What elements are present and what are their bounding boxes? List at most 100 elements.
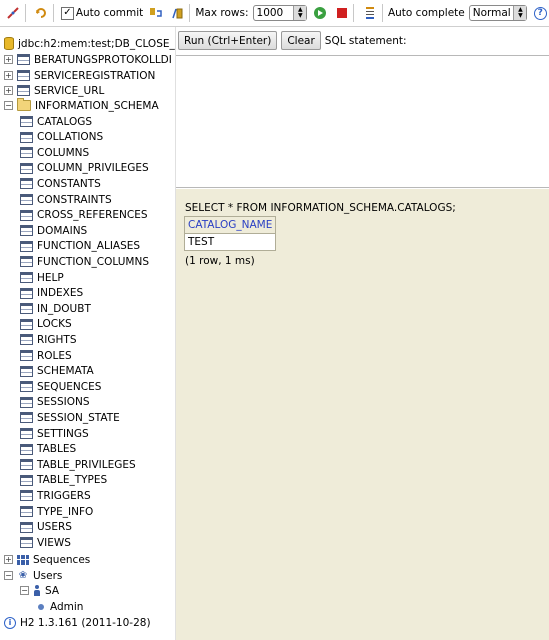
- table-icon: [20, 116, 33, 127]
- tree-schema-table-item[interactable]: COLUMNS: [20, 145, 89, 160]
- rollback-icon[interactable]: [147, 4, 165, 22]
- tree-schema-table-item[interactable]: HELP: [20, 270, 64, 285]
- tree-schema-table-item[interactable]: ROLES: [20, 348, 72, 363]
- table-icon: [20, 162, 33, 174]
- tree-schema-table-item[interactable]: SESSION_STATE: [20, 410, 120, 425]
- tree-table-item[interactable]: + SERVICE_URL: [4, 83, 104, 98]
- tree-schema-table-item[interactable]: FUNCTION_ALIASES: [20, 239, 140, 254]
- tree-schema-table-item[interactable]: TABLE_TYPES: [20, 473, 107, 488]
- table-icon: [20, 178, 33, 190]
- clear-button[interactable]: Clear: [281, 31, 321, 50]
- users-label: Users: [33, 569, 63, 582]
- table-cell: TEST: [183, 233, 277, 251]
- connection-label: jdbc:h2:mem:test;DB_CLOSE_D: [18, 37, 175, 50]
- tree-table-item[interactable]: + SERVICEREGISTRATION: [4, 68, 155, 83]
- tree-schema-table-item[interactable]: TYPE_INFO: [20, 504, 93, 519]
- schema-table-label: USERS: [37, 521, 72, 534]
- table-icon: [20, 147, 33, 159]
- sql-statement-label: SQL statement:: [324, 34, 407, 47]
- table-label: BERATUNGSPROTOKOLLDI: [34, 53, 172, 66]
- toolbar-separator: [382, 4, 383, 22]
- tree-user-role: Admin: [36, 599, 83, 614]
- table-icon: [20, 490, 33, 502]
- tree-schema-table-item[interactable]: COLLATIONS: [20, 130, 103, 145]
- table-icon: [20, 350, 33, 361]
- max-rows-select[interactable]: 1000 ▲ ▼: [252, 5, 308, 21]
- tree-table-item[interactable]: + BERATUNGSPROTOKOLLDI: [4, 52, 172, 67]
- auto-commit-label: Auto commit: [75, 7, 144, 19]
- tree-schema-table-item[interactable]: CONSTRAINTS: [20, 192, 112, 207]
- table-icon: [20, 194, 33, 205]
- tree-schema-table-item[interactable]: VIEWS: [20, 535, 71, 550]
- run-icon[interactable]: [311, 4, 329, 22]
- table-icon: [17, 70, 30, 81]
- tree-sequences[interactable]: + Sequences: [4, 552, 90, 567]
- schema-table-label: TABLE_PRIVILEGES: [37, 458, 136, 471]
- result-panel: SELECT * FROM INFORMATION_SCHEMA.CATALOG…: [176, 189, 549, 640]
- commit-icon[interactable]: [169, 4, 187, 22]
- user-role-label: Admin: [50, 600, 84, 613]
- schema-table-label: CONSTANTS: [37, 177, 101, 190]
- schema-table-label: VIEWS: [37, 536, 71, 549]
- tree-schema-table-item[interactable]: FUNCTION_COLUMNS: [20, 254, 149, 269]
- table-icon: [17, 54, 30, 65]
- table-icon: [20, 474, 33, 486]
- help-icon[interactable]: ?: [531, 4, 549, 22]
- table-icon: [20, 256, 33, 268]
- tree-schema-table-item[interactable]: SCHEMATA: [20, 364, 94, 379]
- tree-schema[interactable]: − INFORMATION_SCHEMA: [4, 98, 159, 113]
- collapse-icon[interactable]: −: [20, 586, 29, 595]
- disconnect-icon[interactable]: [4, 4, 22, 22]
- tree-schema-table-item[interactable]: CATALOGS: [20, 114, 92, 129]
- tree-schema-table-item[interactable]: SEQUENCES: [20, 379, 101, 394]
- refresh-icon[interactable]: [33, 4, 51, 22]
- schema-label: INFORMATION_SCHEMA: [35, 99, 159, 112]
- collapse-icon[interactable]: −: [4, 101, 13, 110]
- schema-table-label: SETTINGS: [37, 427, 89, 440]
- history-icon[interactable]: [361, 4, 379, 22]
- auto-complete-select[interactable]: Normal ▲ ▼: [468, 5, 528, 21]
- tree-schema-table-item[interactable]: SETTINGS: [20, 426, 89, 441]
- column-header[interactable]: CATALOG_NAME: [183, 216, 277, 234]
- help-glyph: ?: [533, 6, 547, 20]
- tree-schema-table-item[interactable]: TABLE_PRIVILEGES: [20, 457, 136, 472]
- chevron-updown-icon: ▲ ▼: [293, 6, 307, 20]
- user-icon: [33, 585, 41, 596]
- tree-schema-table-item[interactable]: SESSIONS: [20, 395, 90, 410]
- tree-schema-table-item[interactable]: CONSTANTS: [20, 176, 101, 191]
- tree-schema-table-item[interactable]: RIGHTS: [20, 332, 77, 347]
- table-label: SERVICE_URL: [34, 84, 105, 97]
- stop-icon[interactable]: [333, 4, 351, 22]
- schema-table-label: CROSS_REFERENCES: [37, 209, 148, 222]
- schema-table-label: COLUMN_PRIVILEGES: [37, 162, 149, 175]
- auto-commit-checkbox[interactable]: ✓: [61, 6, 74, 20]
- table-icon: [20, 443, 33, 455]
- max-rows-value: 1000: [256, 7, 284, 19]
- tree-schema-table-item[interactable]: TABLES: [20, 442, 76, 457]
- tree-schema-table-item[interactable]: DOMAINS: [20, 223, 87, 238]
- schema-table-label: INDEXES: [37, 287, 84, 300]
- version-label: H2 1.3.161 (2011-10-28): [20, 616, 151, 629]
- folder-icon: [17, 98, 31, 111]
- expand-icon[interactable]: +: [4, 86, 13, 95]
- tree-version: i H2 1.3.161 (2011-10-28): [4, 615, 151, 630]
- tree-schema-table-item[interactable]: IN_DOUBT: [20, 301, 91, 316]
- collapse-icon[interactable]: −: [4, 571, 13, 580]
- tree-schema-table-item[interactable]: USERS: [20, 520, 72, 535]
- tree-schema-table-item[interactable]: CROSS_REFERENCES: [20, 208, 148, 223]
- tree-schema-table-item[interactable]: COLUMN_PRIVILEGES: [20, 161, 149, 176]
- expand-icon[interactable]: +: [4, 71, 13, 80]
- run-button[interactable]: Run (Ctrl+Enter): [178, 31, 278, 50]
- sql-input[interactable]: [176, 55, 549, 188]
- expand-icon[interactable]: +: [4, 55, 13, 64]
- tree-user-sa[interactable]: − SA: [20, 583, 59, 598]
- database-tree: jdbc:h2:mem:test;DB_CLOSE_D + BERATUNGSP…: [0, 27, 175, 640]
- table-icon: [20, 225, 33, 237]
- expand-icon[interactable]: +: [4, 555, 13, 564]
- tree-schema-table-item[interactable]: TRIGGERS: [20, 488, 91, 503]
- tree-connection[interactable]: jdbc:h2:mem:test;DB_CLOSE_D: [4, 36, 175, 51]
- tree-schema-table-item[interactable]: LOCKS: [20, 317, 72, 332]
- tree-users[interactable]: − ❀ Users: [4, 568, 62, 583]
- table-icon: [20, 521, 33, 533]
- tree-schema-table-item[interactable]: INDEXES: [20, 286, 83, 301]
